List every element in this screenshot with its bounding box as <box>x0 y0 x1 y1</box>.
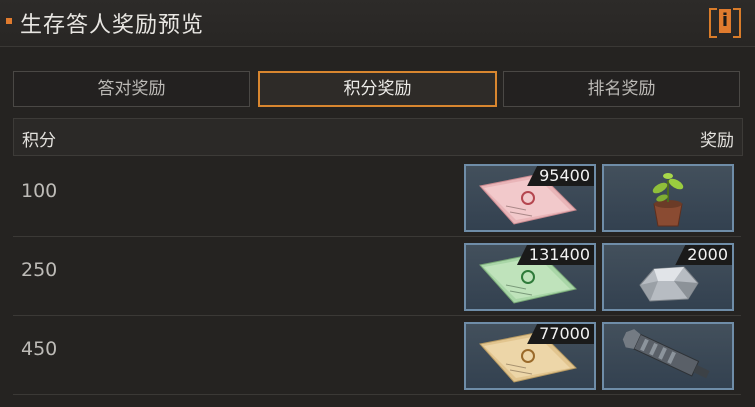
column-header-reward: 奖励 <box>700 131 734 151</box>
info-icon: i <box>719 9 731 33</box>
table-row: 100 95400 <box>13 158 741 237</box>
page-title: 生存答人奖励预览 <box>20 13 205 38</box>
tab-rank-reward[interactable]: 排名奖励 <box>503 71 740 107</box>
gun-part-icon <box>622 329 710 379</box>
reward-slot[interactable]: 131400 <box>464 243 596 311</box>
reward-slot[interactable]: 95400 <box>464 164 596 232</box>
reward-slot[interactable] <box>602 164 734 232</box>
reward-count: 77000 <box>527 324 594 344</box>
table-row: 250 131400 2000 <box>13 237 741 316</box>
table-header: 积分 奖励 <box>13 118 743 156</box>
reward-count: 2000 <box>675 245 732 265</box>
reward-slot[interactable]: 2000 <box>602 243 734 311</box>
header: 生存答人奖励预览 i <box>0 0 755 47</box>
reward-slot[interactable]: 77000 <box>464 322 596 390</box>
reward-count: 95400 <box>527 166 594 186</box>
table-row: 450 77000 <box>13 316 741 395</box>
row-score: 450 <box>21 338 58 360</box>
info-button[interactable]: i <box>709 8 741 38</box>
reward-slot[interactable] <box>602 322 734 390</box>
title-marker <box>6 18 12 24</box>
tab-score-reward[interactable]: 积分奖励 <box>258 71 497 107</box>
reward-count: 131400 <box>516 245 594 265</box>
tab-correct-answer-reward[interactable]: 答对奖励 <box>13 71 250 107</box>
tab-bar: 答对奖励 积分奖励 排名奖励 <box>13 71 742 107</box>
row-score: 250 <box>21 259 58 281</box>
potted-plant-icon <box>652 173 684 227</box>
row-score: 100 <box>21 180 58 202</box>
column-header-score: 积分 <box>22 131 56 151</box>
